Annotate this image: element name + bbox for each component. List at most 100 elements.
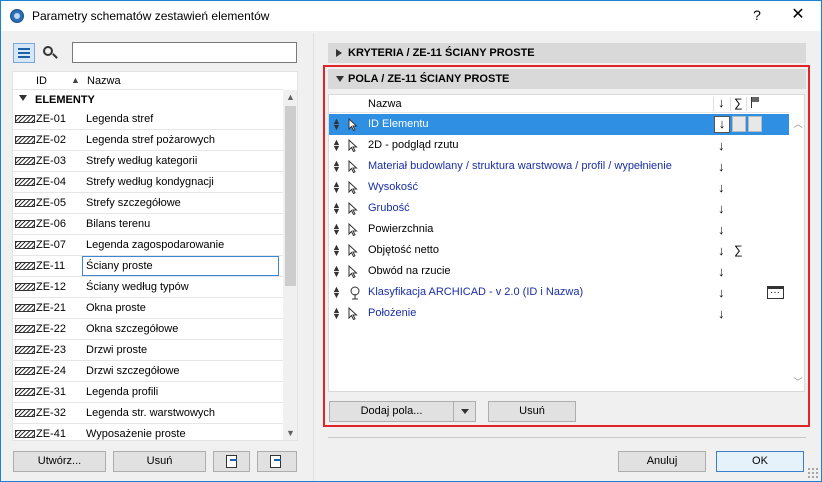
scroll-up-icon[interactable]: ▲ [283, 90, 297, 104]
scheme-name: Drzwi szczegółowe [86, 365, 180, 377]
list-item[interactable]: ZE-05 Strefy szczegółowe [13, 193, 283, 214]
scheme-id: ZE-01 [36, 113, 66, 125]
cancel-button[interactable]: Anuluj [618, 451, 706, 472]
scheme-id: ZE-05 [36, 197, 66, 209]
resize-grip[interactable] [807, 467, 819, 479]
fields-highlight-frame [323, 65, 810, 427]
search-icon[interactable] [39, 43, 61, 63]
remove-scheme-button[interactable]: Usuń [113, 451, 206, 472]
scheme-id: ZE-24 [36, 365, 66, 377]
export-button[interactable] [257, 451, 297, 472]
list-item[interactable]: ZE-22 Okna szczegółowe [13, 319, 283, 340]
wall-hatch-icon [15, 346, 35, 354]
scheme-name: Legenda profili [86, 386, 159, 398]
create-button[interactable]: Utwórz... [13, 451, 106, 472]
help-button[interactable]: ? [747, 5, 767, 25]
wall-hatch-icon [15, 178, 35, 186]
list-item[interactable]: ZE-41 Wyposażenie proste [13, 424, 283, 440]
wall-hatch-icon [15, 388, 35, 396]
list-item[interactable]: ZE-02 Legenda stref pożarowych [13, 130, 283, 151]
list-item[interactable]: ZE-21 Okna proste [13, 298, 283, 319]
list-item[interactable]: ZE-23 Drzwi proste [13, 340, 283, 361]
title-bar: Parametry schematów zestawień elementów … [1, 1, 821, 31]
window-title: Parametry schematów zestawień elementów [32, 9, 270, 23]
scheme-id: ZE-31 [36, 386, 66, 398]
list-item[interactable]: ZE-31 Legenda profili [13, 382, 283, 403]
wall-hatch-icon [15, 136, 35, 144]
import-document-icon [226, 455, 237, 468]
scheme-name: Legenda zagospodarowanie [86, 239, 225, 251]
scheme-id: ZE-41 [36, 428, 66, 440]
list-view-icon[interactable] [13, 43, 35, 63]
expand-triangle-icon [336, 49, 342, 57]
wall-hatch-icon [15, 262, 35, 270]
dialog-window: Parametry schematów zestawień elementów … [0, 0, 822, 482]
ok-button[interactable]: OK [716, 451, 804, 472]
footer-divider [328, 437, 806, 438]
import-button[interactable] [213, 451, 250, 472]
panel-divider [313, 33, 314, 481]
scroll-down-icon[interactable]: ▼ [283, 426, 297, 440]
scheme-name: Okna proste [86, 302, 146, 314]
scheme-id: ZE-02 [36, 134, 66, 146]
scheme-name: Ściany według typów [86, 281, 189, 293]
scheme-id: ZE-23 [36, 344, 66, 356]
list-item[interactable]: ZE-03 Strefy według kategorii [13, 151, 283, 172]
group-elements[interactable]: ELEMENTY [13, 90, 283, 109]
wall-hatch-icon [15, 115, 35, 123]
scroll-thumb[interactable] [285, 106, 296, 286]
wall-hatch-icon [15, 283, 35, 291]
sort-ascending-icon: ▲ [71, 75, 80, 85]
scheme-id: ZE-32 [36, 407, 66, 419]
scheme-name: Strefy według kategorii [86, 155, 198, 167]
list-item[interactable]: ZE-12 Ściany według typów [13, 277, 283, 298]
scheme-id: ZE-21 [36, 302, 66, 314]
scheme-name: Strefy szczegółowe [86, 197, 181, 209]
list-item[interactable]: ZE-01 Legenda stref [13, 109, 283, 130]
list-header: ID ▲ Nazwa [13, 72, 283, 90]
scheme-name: Bilans terenu [86, 218, 151, 230]
scheme-id: ZE-04 [36, 176, 66, 188]
list-item[interactable]: ZE-07 Legenda zagospodarowanie [13, 235, 283, 256]
scheme-id: ZE-07 [36, 239, 66, 251]
scheme-name: Okna szczegółowe [86, 323, 179, 335]
wall-hatch-icon [15, 409, 35, 417]
scheme-name: Legenda stref [86, 113, 154, 125]
scheme-rows: ZE-01 Legenda stref ZE-02 Legenda stref poż… [13, 109, 283, 440]
wall-hatch-icon [15, 241, 35, 249]
export-document-icon [270, 455, 281, 468]
column-header-name[interactable]: Nazwa [87, 75, 121, 87]
wall-hatch-icon [15, 304, 35, 312]
wall-hatch-icon [15, 157, 35, 165]
list-item[interactable]: ZE-11 Ściany proste [13, 256, 283, 277]
scheme-id: ZE-11 [36, 260, 66, 272]
schemes-list: ID ▲ Nazwa ELEMENTY ZE-01 Legenda stref ZE… [12, 71, 298, 441]
wall-hatch-icon [15, 430, 35, 438]
group-label: ELEMENTY [35, 94, 95, 106]
wall-hatch-icon [15, 199, 35, 207]
criteria-section-bar[interactable]: KRYTERIA / ZE-11 ŚCIANY PROSTE [328, 43, 806, 63]
scheme-name: Ściany proste [86, 260, 153, 272]
scheme-name: Legenda str. warstwowych [86, 407, 216, 419]
archicad-logo-icon [10, 9, 24, 23]
list-item[interactable]: ZE-32 Legenda str. warstwowych [13, 403, 283, 424]
collapse-triangle-icon[interactable] [19, 95, 27, 101]
column-header-id[interactable]: ID [36, 75, 47, 87]
scheme-id: ZE-22 [36, 323, 66, 335]
close-button[interactable]: ✕ [787, 5, 809, 25]
scheme-name: Strefy według kondygnacji [86, 176, 214, 188]
search-input[interactable] [72, 42, 297, 63]
scheme-name: Drzwi proste [86, 344, 148, 356]
list-item[interactable]: ZE-06 Bilans terenu [13, 214, 283, 235]
list-scrollbar[interactable]: ▲ ▼ [283, 90, 297, 440]
list-item[interactable]: ZE-04 Strefy według kondygnacji [13, 172, 283, 193]
list-item[interactable]: ZE-24 Drzwi szczegółowe [13, 361, 283, 382]
scheme-name: Legenda stref pożarowych [86, 134, 216, 146]
wall-hatch-icon [15, 325, 35, 333]
wall-hatch-icon [15, 220, 35, 228]
scheme-name: Wyposażenie proste [86, 428, 186, 440]
scheme-id: ZE-12 [36, 281, 66, 293]
criteria-label: KRYTERIA / ZE-11 ŚCIANY PROSTE [348, 47, 535, 59]
wall-hatch-icon [15, 367, 35, 375]
scheme-id: ZE-03 [36, 155, 66, 167]
